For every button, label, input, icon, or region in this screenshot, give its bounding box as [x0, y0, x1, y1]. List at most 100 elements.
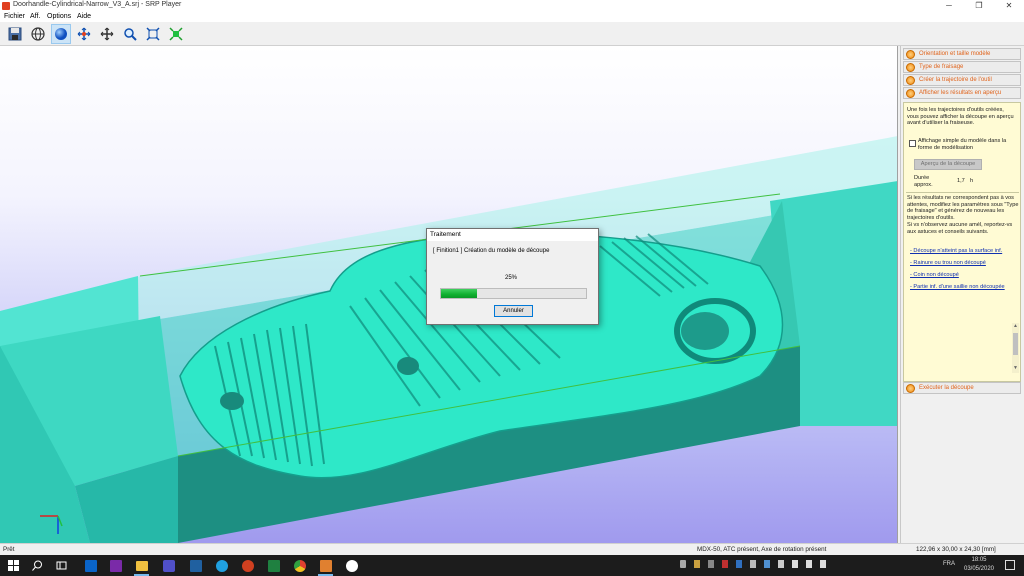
- menu-aff[interactable]: Aff.: [30, 12, 40, 22]
- globe-icon[interactable]: [28, 24, 48, 44]
- people-icon[interactable]: [680, 560, 686, 568]
- window-title: Doorhandle-Cylindrical-Narrow_V3_A.srj -…: [13, 1, 182, 8]
- outlook-icon[interactable]: [83, 558, 98, 573]
- move-icon[interactable]: [97, 24, 117, 44]
- clock-date: 03/05/2020: [963, 566, 995, 572]
- select-all-icon[interactable]: [166, 24, 186, 44]
- progress-bar: [440, 288, 587, 299]
- windows-start-icon[interactable]: [6, 558, 21, 573]
- step-arrow-icon: [906, 50, 915, 59]
- status-dimensions: 122,96 x 30,00 x 24,30 [mm]: [916, 546, 996, 553]
- duration-value: 1,7: [957, 178, 965, 184]
- fit-view-icon[interactable]: [143, 24, 163, 44]
- step-execute-cutting[interactable]: Exécuter la découpe: [903, 382, 1021, 394]
- step-arrow-icon: [906, 384, 915, 393]
- step-label: Exécuter la découpe: [919, 385, 974, 391]
- advice-text-2: Si vs n'observez aucune amél, reportez-v…: [907, 222, 1013, 235]
- excel-x-icon[interactable]: [188, 558, 203, 573]
- zoom-icon[interactable]: [120, 24, 140, 44]
- tray-app-icon[interactable]: [694, 560, 700, 568]
- chrome-icon[interactable]: [292, 558, 307, 573]
- step-arrow-icon: [906, 89, 915, 98]
- divider: [906, 192, 1019, 193]
- scroll-up-icon[interactable]: ▲: [1013, 323, 1018, 329]
- tray-app-icon[interactable]: [708, 560, 714, 568]
- taskbar: FRA 18:05 03/05/2020: [0, 555, 1024, 576]
- srp-player-icon[interactable]: [318, 558, 333, 573]
- save-icon[interactable]: [5, 24, 25, 44]
- simple-display-label: Affichage simple du modèle dans la forme…: [918, 138, 1007, 151]
- toolbar: [0, 22, 1024, 46]
- language-indicator[interactable]: FRA: [943, 561, 955, 567]
- close-button[interactable]: ✕: [994, 0, 1024, 12]
- step-label: Afficher les résultats en aperçu: [919, 90, 1002, 96]
- teams-icon[interactable]: [161, 558, 176, 573]
- maximize-button[interactable]: ❐: [964, 0, 994, 12]
- battery-icon[interactable]: [806, 560, 812, 568]
- step-preview-results[interactable]: Afficher les résultats en aperçu: [903, 87, 1021, 99]
- tip-link-corner[interactable]: - Coin non découpé: [910, 272, 959, 279]
- pan-icon[interactable]: [74, 24, 94, 44]
- preview-cutting-button[interactable]: Aperçu de la découpe: [914, 159, 982, 170]
- skype-icon[interactable]: [214, 558, 229, 573]
- ring-center: [681, 312, 729, 350]
- notification-icon[interactable]: [1005, 560, 1015, 570]
- scroll-thumb[interactable]: [1013, 333, 1018, 355]
- duration-unit: h: [970, 178, 974, 184]
- tray-app-icon[interactable]: [764, 560, 770, 568]
- dialog-title: Traitement: [427, 229, 598, 241]
- scroll-down-icon[interactable]: ▼: [1013, 365, 1018, 371]
- step-arrow-icon: [906, 63, 915, 72]
- volume-icon[interactable]: [820, 560, 826, 568]
- dialog-message: [ Finition1 ] Création du modèle de déco…: [433, 248, 550, 254]
- screw-hole-left: [220, 392, 244, 410]
- tip-link-groove[interactable]: - Rainure ou trou non découpé: [910, 260, 986, 267]
- step-arrow-icon: [906, 76, 915, 85]
- modela-icon[interactable]: [344, 558, 359, 573]
- clock[interactable]: 18:05 03/05/2020: [961, 556, 997, 574]
- wifi-icon[interactable]: [792, 560, 798, 568]
- tip-link-protrusion[interactable]: - Partie inf. d'une saillie non découpée: [910, 284, 1005, 291]
- cancel-button[interactable]: Annuler: [494, 305, 533, 317]
- task-view-icon[interactable]: [54, 558, 69, 573]
- progress-percent: 25%: [505, 275, 518, 281]
- screw-hole-middle: [397, 357, 419, 375]
- menu-bar: Fichier Aff. Options Aide: [0, 12, 1024, 22]
- title-bar: Doorhandle-Cylindrical-Narrow_V3_A.srj -…: [0, 0, 1024, 12]
- step-content: Une fois les trajectoires d'outils créée…: [903, 102, 1021, 382]
- system-tray: [680, 560, 910, 570]
- minimize-button[interactable]: ─: [934, 0, 964, 12]
- intro-text: Une fois les trajectoires d'outils créée…: [907, 107, 1014, 127]
- tray-app-icon[interactable]: [778, 560, 784, 568]
- tray-app-icon[interactable]: [750, 560, 756, 568]
- clock-time: 18:05: [971, 557, 987, 563]
- app-icon: [2, 2, 10, 10]
- powerpoint-icon[interactable]: [240, 558, 255, 573]
- menu-fichier[interactable]: Fichier: [4, 12, 25, 22]
- step-label: Créer la trajectoire de l'outil: [919, 77, 992, 83]
- file-explorer-icon[interactable]: [134, 558, 149, 573]
- simple-display-checkbox[interactable]: [909, 140, 916, 147]
- step-milling-type[interactable]: Type de fraisage: [903, 61, 1021, 73]
- menu-aide[interactable]: Aide: [77, 12, 91, 22]
- duration-label: Durée approx.: [914, 175, 933, 188]
- search-icon[interactable]: [30, 558, 45, 573]
- step-orientation[interactable]: Orientation et taille modèle: [903, 48, 1021, 60]
- step-label: Orientation et taille modèle: [919, 51, 991, 57]
- progress-fill: [441, 289, 478, 298]
- status-bar: Prêt MDX-50, ATC présent, Axe de rotatio…: [0, 543, 1024, 555]
- advice-text: Si les résultats ne correspondent pas à …: [907, 195, 1019, 221]
- shaded-sphere-icon[interactable]: [51, 24, 71, 44]
- step-label: Type de fraisage: [919, 64, 964, 70]
- excel-icon[interactable]: [266, 558, 281, 573]
- status-ready: Prêt: [3, 546, 15, 553]
- tray-app-icon[interactable]: [722, 560, 728, 568]
- processing-dialog: Traitement [ Finition1 ] Création du mod…: [426, 228, 599, 325]
- panel-scrollbar[interactable]: ▲ ▼: [1012, 323, 1019, 373]
- tip-link-surface[interactable]: - Découpe n'atteint pas la surface inf.: [910, 248, 1002, 255]
- step-toolpath[interactable]: Créer la trajectoire de l'outil: [903, 74, 1021, 86]
- menu-options[interactable]: Options: [47, 12, 71, 22]
- onenote-icon[interactable]: [108, 558, 123, 573]
- wizard-panel: Orientation et taille modèle Type de fra…: [900, 46, 1024, 543]
- tray-app-icon[interactable]: [736, 560, 742, 568]
